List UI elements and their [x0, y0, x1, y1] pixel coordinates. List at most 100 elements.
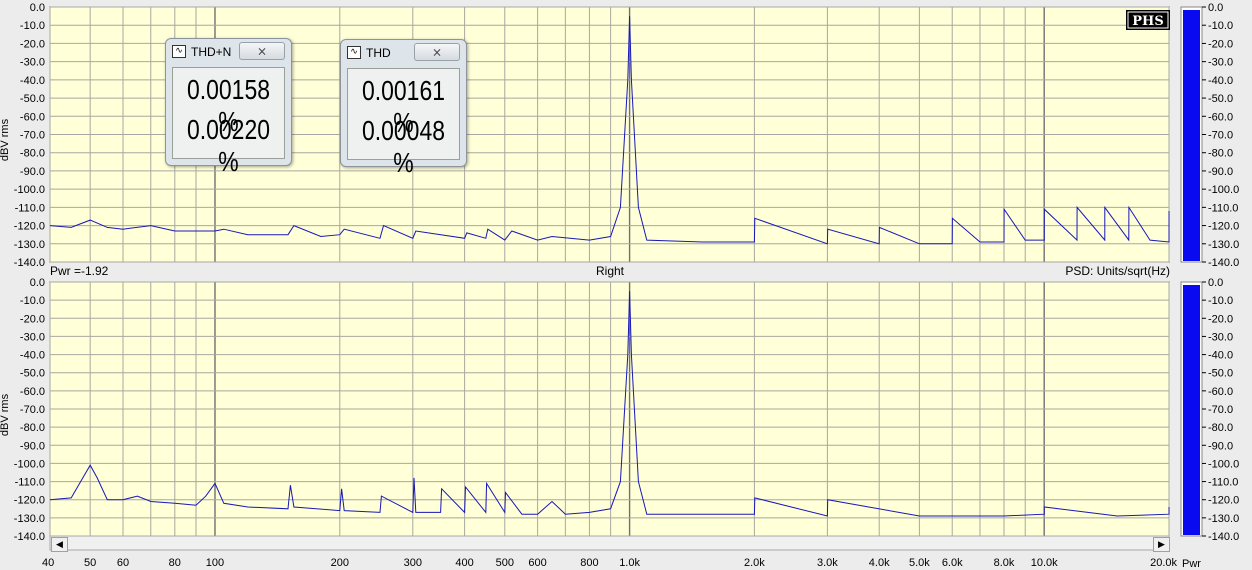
close-button[interactable]: ⨯ — [239, 42, 285, 60]
y-tick-label: -80.0 — [20, 422, 45, 434]
thd-readout: 0.00161 % 0.00048 % — [347, 68, 460, 178]
x-tick-label: 10.0k — [1031, 557, 1058, 569]
meter-scale-label: -10.0 — [1208, 20, 1233, 32]
scroll-left-button[interactable]: ◀ — [51, 537, 68, 552]
x-tick-label: 1.0k — [619, 557, 640, 569]
meter-scale-label: -70.0 — [1208, 130, 1233, 142]
x-tick-label: 40 — [42, 557, 54, 569]
y-tick-label: -40.0 — [20, 75, 45, 87]
meter-pwr-label: Pwr — [1182, 558, 1201, 570]
meter-scale-label: -20.0 — [1208, 38, 1233, 50]
thd-title: THD — [366, 46, 391, 60]
y-tick-label: -70.0 — [20, 130, 45, 142]
meter-scale-label: 0.0 — [1208, 277, 1223, 289]
y-tick-label: -70.0 — [20, 404, 45, 416]
horizontal-scrollbar[interactable] — [49, 535, 1170, 551]
pwr-readout: Pwr =-1.92 — [50, 264, 109, 278]
y-tick-label: -130.0 — [14, 239, 45, 251]
meter-scale-label: -70.0 — [1208, 404, 1233, 416]
channel-label: Right — [596, 264, 625, 278]
meter-scale-label: -120.0 — [1208, 221, 1239, 233]
x-tick-label: 50 — [84, 557, 96, 569]
y-tick-label: -40.0 — [20, 350, 45, 362]
x-tick-label: 800 — [580, 557, 598, 569]
y-tick-label: -30.0 — [20, 331, 45, 343]
x-tick-label: 5.0k — [909, 557, 930, 569]
y-tick-label: -90.0 — [20, 166, 45, 178]
y-tick-label: -60.0 — [20, 386, 45, 398]
y-tick-label: 0.0 — [30, 2, 45, 14]
meter-scale-label: -30.0 — [1208, 57, 1233, 69]
meter-scale-label: -50.0 — [1208, 368, 1233, 380]
meter-scale-label: -50.0 — [1208, 93, 1233, 105]
bottom-spectrum-plot: 0.0 -10.0 -20.0 -30.0 -40.0 -50.0 -60.0 -70.0 -8… — [0, 277, 1170, 543]
bottom-level-meter: 0.0 -10.0 -20.0 -30.0 -40.0 -50.0 -60.0 -70.0 -8… — [1180, 277, 1239, 543]
meter-scale-label: -100.0 — [1208, 458, 1239, 470]
meter-scale-label: -130.0 — [1208, 239, 1239, 251]
y-tick-label: -140.0 — [14, 257, 45, 269]
y-tick-label: -130.0 — [14, 513, 45, 525]
y-tick-label: -20.0 — [20, 313, 45, 325]
waveform-icon: ∿ — [347, 46, 361, 59]
x-tick-label: 400 — [455, 557, 473, 569]
top-level-meter: 0.0 -10.0 -20.0 -30.0 -40.0 -50.0 -60.0 -70.0 -8… — [1180, 2, 1239, 269]
close-button[interactable]: ⨯ — [414, 43, 460, 61]
thdn-titlebar[interactable]: ∿ THD+N ⨯ — [166, 39, 291, 63]
meter-scale-label: -80.0 — [1208, 422, 1233, 434]
close-icon: ⨯ — [431, 45, 443, 59]
x-tick-label: 100 — [206, 557, 224, 569]
thdn-readout: 0.00158 % 0.00220 % — [172, 67, 285, 177]
psd-units-label: PSD: Units/sqrt(Hz) — [1065, 264, 1170, 278]
y-tick-label: -50.0 — [20, 368, 45, 380]
y-tick-label: 0.0 — [30, 277, 45, 289]
meter-scale-label: -40.0 — [1208, 350, 1233, 362]
y-tick-label: -110.0 — [15, 202, 45, 214]
x-tick-label: 300 — [404, 557, 422, 569]
y-tick-label: -60.0 — [20, 111, 45, 123]
y-tick-label: -120.0 — [14, 495, 45, 507]
x-tick-label: 80 — [169, 557, 181, 569]
meter-scale-label: -80.0 — [1208, 148, 1233, 160]
meter-scale-label: -10.0 — [1208, 295, 1233, 307]
close-icon: ⨯ — [256, 44, 268, 58]
meter-scale-label: -90.0 — [1208, 166, 1233, 178]
thd-titlebar[interactable]: ∿ THD ⨯ — [341, 40, 466, 64]
x-tick-label: 2.0k — [744, 557, 765, 569]
meter-scale-label: -110.0 — [1208, 477, 1238, 489]
meter-scale-label: 0.0 — [1208, 2, 1223, 14]
x-tick-label: 20.0k — [1150, 557, 1177, 569]
y-tick-label: -120.0 — [14, 221, 45, 233]
meter-scale-label: -40.0 — [1208, 75, 1233, 87]
thd-value-2: 0.00048 % — [362, 115, 445, 178]
thdn-value-2: 0.00220 % — [187, 114, 270, 177]
meter-scale-label: -20.0 — [1208, 313, 1233, 325]
y-tick-label: -90.0 — [20, 440, 45, 452]
meter-scale-label: -140.0 — [1208, 531, 1239, 543]
y-tick-label: -100.0 — [14, 458, 45, 470]
x-tick-label: 4.0k — [869, 557, 890, 569]
meter-scale-label: -100.0 — [1208, 184, 1239, 196]
x-tick-labels: 40 50 60 80 100 200 300 400 500 600 800 1.0k 2.0k 3.0… — [42, 557, 1177, 569]
meter-scale-label: -30.0 — [1208, 331, 1233, 343]
y-tick-label: -50.0 — [20, 93, 45, 105]
bottom-y-tick-labels: 0.0 -10.0 -20.0 -30.0 -40.0 -50.0 -60.0 -70.0 -8… — [14, 277, 45, 543]
meter-scale-label: -60.0 — [1208, 111, 1233, 123]
y-tick-label: -140.0 — [14, 531, 45, 543]
y-tick-label: -110.0 — [15, 477, 45, 489]
y-tick-label: -30.0 — [20, 57, 45, 69]
meter-scale-label: -130.0 — [1208, 513, 1239, 525]
waveform-icon: ∿ — [172, 45, 186, 58]
bottom-y-axis-label: dBV rms — [0, 393, 11, 436]
top-meter-scale: 0.0 -10.0 -20.0 -30.0 -40.0 -50.0 -60.0 -70.0 -8… — [1202, 2, 1239, 269]
y-tick-label: -10.0 — [20, 20, 45, 32]
thd-window[interactable]: ∿ THD ⨯ 0.00161 % 0.00048 % — [340, 39, 467, 178]
meter-scale-label: -110.0 — [1208, 202, 1238, 214]
x-tick-label: 3.0k — [817, 557, 838, 569]
thdn-window[interactable]: ∿ THD+N ⨯ 0.00158 % 0.00220 % — [165, 38, 292, 177]
x-tick-label: 200 — [331, 557, 349, 569]
scroll-right-button[interactable]: ▶ — [1153, 537, 1170, 552]
x-tick-label: 6.0k — [942, 557, 963, 569]
meter-scale-label: -120.0 — [1208, 495, 1239, 507]
meter-scale-label: -60.0 — [1208, 386, 1233, 398]
x-tick-label: 60 — [117, 557, 129, 569]
